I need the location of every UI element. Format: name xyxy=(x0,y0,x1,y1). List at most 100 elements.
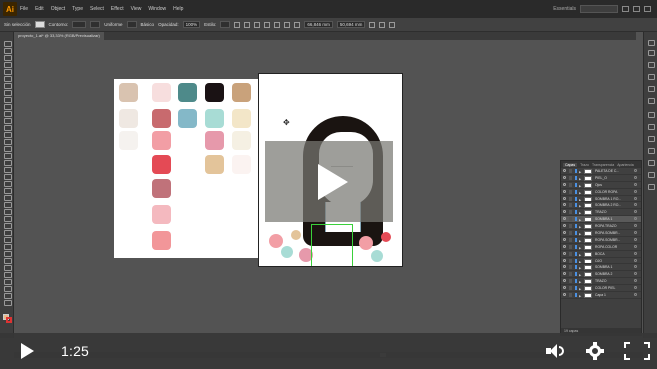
lock-toggle[interactable] xyxy=(569,182,572,187)
lock-toggle[interactable] xyxy=(569,258,572,263)
color-swatch[interactable] xyxy=(205,131,224,150)
color-swatch[interactable] xyxy=(205,83,224,102)
layer-row[interactable]: ▶ ROPA COLOR xyxy=(561,244,641,251)
layer-row[interactable]: ▶ PALETA DE C... xyxy=(561,168,641,175)
visibility-eye-icon[interactable] xyxy=(563,265,566,269)
menu-edit[interactable]: Edit xyxy=(35,6,44,12)
color-swatch[interactable] xyxy=(205,155,224,174)
visibility-eye-icon[interactable] xyxy=(563,182,566,186)
tool-icon[interactable] xyxy=(3,166,12,173)
search-input[interactable] xyxy=(580,5,618,13)
target-circle-icon[interactable] xyxy=(634,169,637,172)
tool-icon[interactable] xyxy=(3,131,12,138)
target-circle-icon[interactable] xyxy=(634,203,637,207)
panel-icon[interactable] xyxy=(648,40,655,46)
tool-icon[interactable] xyxy=(3,271,12,278)
menu-type[interactable]: Type xyxy=(72,6,83,12)
opacity-field[interactable]: 100% xyxy=(182,21,201,28)
color-swatch[interactable] xyxy=(152,179,171,198)
tool-icon[interactable] xyxy=(3,103,12,110)
lock-toggle[interactable] xyxy=(569,244,572,249)
tab-stroke[interactable]: Trazo xyxy=(580,163,589,167)
panel-icon[interactable] xyxy=(648,148,655,154)
tool-icon[interactable] xyxy=(3,201,12,208)
tab-transparency[interactable]: Transparencia xyxy=(592,163,614,167)
tool-icon[interactable] xyxy=(3,278,12,285)
panel-icon[interactable] xyxy=(648,112,655,118)
color-swatch[interactable] xyxy=(232,83,251,102)
arrange-icon[interactable] xyxy=(379,21,386,28)
menu-select[interactable]: Select xyxy=(90,6,104,12)
color-swatch[interactable] xyxy=(119,83,138,102)
visibility-eye-icon[interactable] xyxy=(563,196,566,200)
color-swatch[interactable] xyxy=(205,109,224,128)
style-dropdown[interactable] xyxy=(220,21,231,28)
menu-help[interactable]: Help xyxy=(173,6,183,12)
tool-icon[interactable] xyxy=(3,229,12,236)
layer-row[interactable]: ▶ BOCA xyxy=(561,251,641,258)
settings-button[interactable] xyxy=(586,342,604,360)
visibility-eye-icon[interactable] xyxy=(563,210,566,214)
lock-toggle[interactable] xyxy=(569,210,572,215)
menu-object[interactable]: Object xyxy=(51,6,65,12)
target-circle-icon[interactable] xyxy=(634,244,637,248)
visibility-eye-icon[interactable] xyxy=(563,293,566,297)
tool-icon[interactable] xyxy=(3,47,12,54)
align-left-icon[interactable] xyxy=(254,21,261,28)
target-circle-icon[interactable] xyxy=(634,265,637,269)
height-field[interactable]: 50,694 mm xyxy=(336,21,366,28)
fill-swatch[interactable] xyxy=(34,21,45,28)
tool-icon[interactable] xyxy=(3,215,12,222)
lock-toggle[interactable] xyxy=(569,286,572,291)
tool-icon[interactable] xyxy=(3,208,12,215)
tool-icon[interactable] xyxy=(3,145,12,152)
brush-dropdown[interactable] xyxy=(126,21,137,28)
menu-window[interactable]: Window xyxy=(148,6,166,12)
transform-icon[interactable] xyxy=(294,21,301,28)
visibility-eye-icon[interactable] xyxy=(563,286,566,290)
lock-toggle[interactable] xyxy=(569,231,572,236)
target-circle-icon[interactable] xyxy=(634,293,637,297)
layer-row[interactable]: ▶ Capa 1 xyxy=(561,292,641,299)
panel-icon[interactable] xyxy=(648,98,655,104)
color-swatch[interactable] xyxy=(178,83,197,102)
tool-icon[interactable] xyxy=(3,54,12,61)
color-swatch[interactable] xyxy=(119,131,138,150)
variable-width-dropdown[interactable] xyxy=(90,21,101,28)
align-top-icon[interactable] xyxy=(284,21,291,28)
color-swatch[interactable] xyxy=(152,231,171,250)
tool-icon[interactable] xyxy=(3,61,12,68)
target-circle-icon[interactable] xyxy=(634,272,637,276)
tool-icon[interactable] xyxy=(3,173,12,180)
tool-icon[interactable] xyxy=(3,180,12,187)
lock-toggle[interactable] xyxy=(569,293,572,298)
lock-toggle[interactable] xyxy=(569,237,572,242)
target-circle-icon[interactable] xyxy=(634,224,637,228)
panel-menu-icon[interactable] xyxy=(389,21,396,28)
color-swatch[interactable] xyxy=(152,205,171,224)
tool-icon[interactable] xyxy=(3,68,12,75)
fullscreen-button[interactable] xyxy=(624,342,650,360)
layer-row[interactable]: ▶ SOMBRA 1 xyxy=(561,264,641,272)
color-swatch[interactable] xyxy=(232,155,251,174)
visibility-eye-icon[interactable] xyxy=(563,169,566,172)
tool-icon[interactable] xyxy=(3,117,12,124)
tool-icon[interactable] xyxy=(3,257,12,264)
tool-icon[interactable] xyxy=(3,75,12,82)
lock-toggle[interactable] xyxy=(569,251,572,256)
color-swatch[interactable] xyxy=(178,109,197,128)
expand-triangle-icon[interactable]: ▶ xyxy=(579,293,581,298)
lock-toggle[interactable] xyxy=(569,265,572,270)
layer-row[interactable]: ▶ SOMBRA 2 RO... xyxy=(561,202,641,210)
visibility-eye-icon[interactable] xyxy=(563,258,566,262)
palette-artboard[interactable] xyxy=(114,79,260,258)
visibility-eye-icon[interactable] xyxy=(563,231,566,235)
tool-icon[interactable] xyxy=(3,89,12,96)
color-swatch[interactable] xyxy=(232,131,251,150)
video-play-overlay[interactable] xyxy=(265,141,393,222)
panel-icon[interactable] xyxy=(648,136,655,142)
tab-appearance[interactable]: Apariencia xyxy=(617,163,634,167)
panel-icon[interactable] xyxy=(648,172,655,178)
tool-icon[interactable] xyxy=(3,82,12,89)
volume-button[interactable] xyxy=(546,342,568,360)
